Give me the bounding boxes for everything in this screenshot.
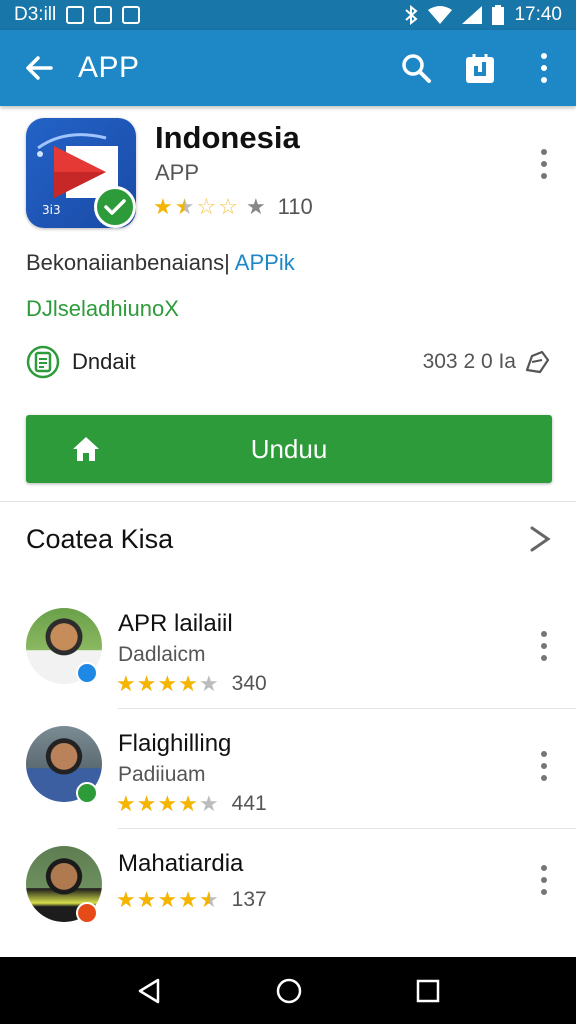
install-button[interactable]: Unduu (26, 415, 552, 483)
divider (0, 501, 576, 502)
developer-line: Bekonaiianbenaians| APPik (26, 250, 295, 276)
review-rating: ★ ★ ★ ★ ★ 137 (116, 888, 267, 912)
list-item[interactable]: Mahatiardia ★ ★ ★ ★ ★ 137 (0, 830, 576, 950)
review-rating: ★ ★ ★ ★ ★ 441 (116, 792, 267, 816)
back-arrow-icon (26, 56, 53, 80)
screenshot-icon (122, 6, 141, 24)
chevron-right-icon (530, 526, 551, 552)
search-icon (402, 54, 431, 83)
notification-icon (66, 6, 85, 24)
more-vert-icon[interactable] (532, 628, 556, 664)
document-icon (26, 345, 60, 379)
app-logo-icon: 3i3 (26, 118, 136, 228)
divider (118, 828, 576, 829)
star-half-icon: ★ (174, 194, 195, 219)
developer-text: Bekonaiianbenaians| (26, 250, 230, 275)
app-tagline: DJlseladhiunoX (26, 296, 179, 321)
star-icon: ★ (157, 791, 178, 816)
wifi-icon (428, 6, 453, 24)
star-icon: ★ (178, 671, 198, 696)
reviewer-subtitle: Padiiuam (118, 763, 206, 786)
install-button-label: Unduu (250, 433, 328, 464)
star-icon: ★ (136, 791, 157, 816)
review-count: 137 (231, 888, 267, 911)
star-icon: ★ (178, 791, 198, 816)
star-half-icon: ★ (198, 887, 219, 912)
more-vert-icon[interactable] (532, 748, 556, 784)
more-vert-icon[interactable] (532, 862, 556, 898)
star-icon: ★ (157, 671, 178, 696)
info-label: Dndait (72, 349, 136, 374)
app-subtitle: APP (155, 160, 200, 185)
section-title: Coatea Kisa (26, 524, 174, 554)
app-rating: ★ ★ ☆ ☆ ★ 110 (153, 194, 313, 220)
review-count: 340 (231, 672, 267, 695)
star-icon: ★ (116, 791, 136, 816)
status-time: 17:40 (514, 4, 562, 25)
bluetooth-icon (405, 5, 418, 25)
star-icon: ★ (198, 671, 219, 696)
signal-icon (462, 6, 483, 24)
app-bar-title: APP (78, 51, 140, 84)
reviewer-subtitle: Dadlaicm (118, 643, 206, 666)
more-vert-icon (532, 50, 556, 86)
section-arrow-button[interactable] (526, 524, 554, 554)
star-icon: ★ (198, 791, 219, 816)
rating-count: 110 (277, 194, 313, 219)
nav-back-icon[interactable] (136, 977, 162, 1005)
star-icon: ★ (157, 887, 178, 912)
nav-recents-icon[interactable] (416, 979, 440, 1003)
store-button[interactable] (448, 30, 512, 106)
star-outline-icon: ☆ (218, 194, 238, 219)
star-icon: ★ (136, 671, 157, 696)
info-size: 303 2 0 Ia (422, 350, 516, 373)
app-logo-text: 3i3 (42, 203, 61, 217)
verified-check-icon (94, 186, 136, 228)
status-left-text: D3:ill (14, 4, 57, 25)
app-bar: APP (0, 30, 576, 106)
system-nav-bar (0, 957, 576, 1024)
star-icon: ★ (178, 887, 198, 912)
reviewer-name: Mahatiardia (118, 850, 244, 877)
battery-icon (492, 5, 505, 25)
store-icon (466, 54, 494, 83)
star-icon: ★ (245, 194, 266, 219)
image-icon (94, 6, 113, 24)
badge-icon (76, 662, 98, 684)
developer-link[interactable]: APPik (235, 250, 295, 275)
reviewer-name: Flaighilling (118, 730, 232, 757)
star-icon: ★ (153, 194, 173, 219)
divider (118, 708, 576, 709)
status-bar: D3:ill 17:40 (0, 0, 576, 30)
badge-icon (76, 782, 98, 804)
star-outline-icon: ☆ (196, 194, 217, 219)
list-item[interactable]: APR lailaiil Dadlaicm ★ ★ ★ ★ ★ 340 (0, 590, 576, 710)
app-details-card: 3i3 Indonesia APP ★ ★ ☆ ☆ ★ 110 Bekonaii… (0, 106, 576, 500)
reviewer-name: APR lailaiil (118, 610, 233, 637)
info-row: Dndait 303 2 0 Ia (26, 344, 550, 380)
share-icon[interactable] (524, 350, 550, 374)
star-icon: ★ (136, 887, 157, 912)
star-icon: ★ (116, 671, 136, 696)
back-button[interactable] (0, 30, 78, 106)
app-name: Indonesia (155, 120, 300, 155)
more-vert-icon[interactable] (532, 146, 556, 182)
list-item[interactable]: Flaighilling Padiiuam ★ ★ ★ ★ ★ 441 (0, 710, 576, 830)
overflow-menu-button[interactable] (512, 30, 576, 106)
review-count: 441 (231, 792, 267, 815)
nav-home-icon[interactable] (275, 977, 303, 1005)
review-rating: ★ ★ ★ ★ ★ 340 (116, 672, 267, 696)
star-icon: ★ (116, 887, 136, 912)
badge-icon (76, 902, 98, 924)
search-button[interactable] (384, 30, 448, 106)
